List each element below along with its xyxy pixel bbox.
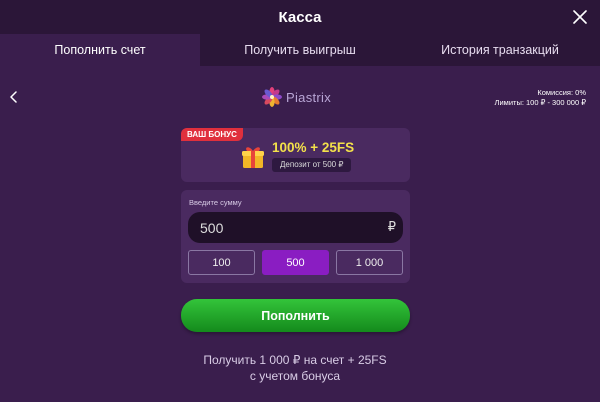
deposit-summary: Получить 1 000 ₽ на счет + 25FS с учетом… (150, 352, 440, 384)
preset-amount-500[interactable]: 500 (262, 250, 329, 275)
close-button[interactable] (568, 5, 592, 29)
amount-input[interactable] (188, 212, 403, 243)
flower-icon (262, 87, 282, 107)
summary-line-2: с учетом бонуса (249, 369, 341, 383)
limits-text: Лимиты: 100 ₽ - 300 000 ₽ (494, 98, 586, 107)
close-icon (573, 10, 587, 24)
payment-provider-logo: Piastrix (262, 86, 331, 108)
summary-line-1: Получить 1 000 ₽ на счет + 25FS (203, 353, 387, 367)
commission-text: Комиссия: 0% (537, 88, 586, 97)
tab-transaction-history[interactable]: История транзакций (400, 34, 600, 66)
back-button[interactable] (5, 88, 23, 106)
bonus-deposit-note: Депозит от 500 ₽ (272, 158, 352, 172)
chevron-left-icon (10, 91, 17, 103)
preset-amount-1000[interactable]: 1 000 (336, 250, 403, 275)
deposit-button[interactable]: Пополнить (181, 299, 410, 332)
bonus-card: ВАШ БОНУС 100% + 25FS Депозит от 500 ₽ (181, 128, 410, 182)
bonus-tag: ВАШ БОНУС (181, 128, 243, 141)
cashier-title: Касса (278, 8, 322, 26)
cashier-header: Касса (0, 0, 600, 34)
provider-name: Piastrix (286, 89, 332, 105)
preset-amount-100[interactable]: 100 (188, 250, 255, 275)
amount-label: Введите сумму (189, 198, 242, 207)
tab-bar: Пополнить счет Получить выигрыш История … (0, 34, 600, 66)
payment-info: Комиссия: 0% Лимиты: 100 ₽ - 300 000 ₽ (495, 88, 586, 108)
currency-symbol: ₽ (387, 219, 396, 234)
tab-withdraw[interactable]: Получить выигрыш (200, 34, 400, 66)
gift-icon (242, 147, 264, 168)
amount-card: Введите сумму ₽ 100 500 1 000 (181, 190, 410, 283)
bonus-title: 100% + 25FS (272, 140, 355, 155)
tab-deposit[interactable]: Пополнить счет (0, 34, 200, 66)
